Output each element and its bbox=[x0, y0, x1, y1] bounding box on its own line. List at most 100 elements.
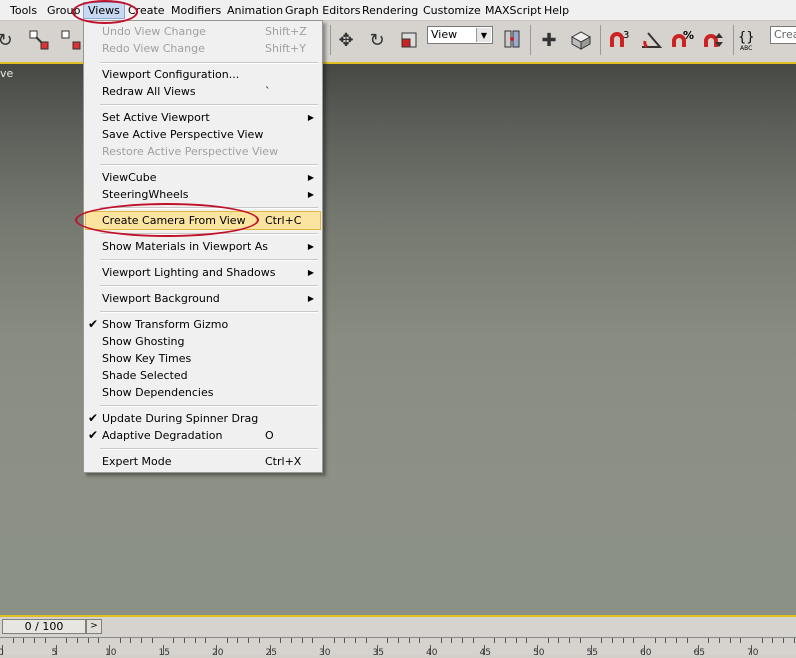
submenu-arrow-icon: ▶ bbox=[307, 294, 314, 303]
undo-arc-icon[interactable]: ↻ bbox=[0, 27, 18, 53]
svg-text:3: 3 bbox=[623, 30, 629, 41]
ruler-tick-label: 25 bbox=[265, 648, 277, 658]
next-frame-button[interactable]: > bbox=[86, 619, 102, 634]
ruler-minor-tick bbox=[258, 638, 260, 643]
ruler-tick-label: 65 bbox=[693, 648, 705, 658]
menu-item-show-key-times[interactable]: Show Key Times bbox=[86, 350, 320, 367]
checkmark-icon: ✔ bbox=[88, 411, 99, 425]
ruler-minor-tick bbox=[34, 638, 36, 643]
ruler-minor-tick bbox=[119, 638, 121, 643]
menu-item-viewport-configuration[interactable]: Viewport Configuration... bbox=[86, 66, 320, 83]
menu-item-redraw-all-views[interactable]: Redraw All Views ` bbox=[86, 83, 320, 100]
menu-item-expert-mode[interactable]: Expert Mode Ctrl+X bbox=[86, 453, 320, 470]
scale-icon[interactable] bbox=[396, 27, 422, 53]
dropdown-value: View bbox=[431, 28, 458, 41]
menu-animation[interactable]: Animation bbox=[223, 3, 287, 18]
menu-separator bbox=[100, 62, 318, 64]
menu-group[interactable]: Group bbox=[43, 3, 85, 18]
menu-modifiers[interactable]: Modifiers bbox=[167, 3, 225, 18]
menu-bar: Tools Group Views Create Modifiers Anima… bbox=[0, 0, 796, 21]
time-slider[interactable]: 0 / 100 bbox=[2, 619, 86, 634]
spinner-snap-icon[interactable] bbox=[702, 27, 728, 53]
ruler-minor-tick bbox=[611, 638, 613, 643]
named-selection-input[interactable]: Crea bbox=[770, 26, 796, 44]
ruler-minor-tick bbox=[665, 638, 667, 643]
menu-views[interactable]: Views bbox=[83, 2, 125, 19]
ruler-minor-tick bbox=[472, 638, 474, 643]
ruler-minor-tick bbox=[451, 638, 453, 643]
menu-item-viewport-lighting-and-shadows[interactable]: Viewport Lighting and Shadows ▶ bbox=[86, 264, 320, 281]
svg-text:%: % bbox=[683, 29, 694, 42]
menu-item-show-materials-in-viewport-as[interactable]: Show Materials in Viewport As ▶ bbox=[86, 238, 320, 255]
submenu-arrow-icon: ▶ bbox=[307, 190, 314, 199]
keyboard-shortcut-icon[interactable] bbox=[568, 27, 594, 53]
ruler-minor-tick bbox=[526, 638, 528, 643]
menu-separator bbox=[100, 448, 318, 450]
ruler-minor-tick bbox=[654, 638, 656, 643]
select-manipulate-icon[interactable]: ✚ bbox=[536, 27, 562, 53]
ruler-minor-tick bbox=[23, 638, 25, 643]
checkmark-icon: ✔ bbox=[88, 428, 99, 442]
svg-text:{}: {} bbox=[738, 30, 755, 45]
ruler-minor-tick bbox=[622, 638, 624, 643]
menu-item-set-active-viewport[interactable]: Set Active Viewport ▶ bbox=[86, 109, 320, 126]
menu-item-update-during-spinner-drag[interactable]: ✔ Update During Spinner Drag bbox=[86, 410, 320, 427]
menu-item-viewport-background[interactable]: Viewport Background ▶ bbox=[86, 290, 320, 307]
ruler-minor-tick bbox=[440, 638, 442, 643]
ruler-minor-tick bbox=[676, 638, 678, 643]
menu-separator bbox=[100, 259, 318, 261]
menu-item-save-active-perspective-view[interactable]: Save Active Perspective View bbox=[86, 126, 320, 143]
unlink-selection-icon[interactable] bbox=[58, 27, 84, 53]
menu-item-adaptive-degradation[interactable]: ✔ Adaptive Degradation O bbox=[86, 427, 320, 444]
menu-tools[interactable]: Tools bbox=[6, 3, 41, 18]
ruler-minor-tick bbox=[462, 638, 464, 643]
submenu-arrow-icon: ▶ bbox=[307, 242, 314, 251]
ruler-minor-tick bbox=[708, 638, 710, 643]
percent-snap-icon[interactable]: % bbox=[670, 27, 696, 53]
ruler-minor-tick bbox=[365, 638, 367, 643]
ruler-minor-tick bbox=[280, 638, 282, 643]
menu-item-show-transform-gizmo[interactable]: ✔ Show Transform Gizmo bbox=[86, 316, 320, 333]
menu-help[interactable]: Help bbox=[540, 3, 573, 18]
menu-item-show-dependencies[interactable]: Show Dependencies bbox=[86, 384, 320, 401]
ruler-minor-tick bbox=[761, 638, 763, 643]
select-and-link-icon[interactable] bbox=[26, 27, 52, 53]
angle-snap-icon[interactable] bbox=[638, 27, 664, 53]
menu-maxscript[interactable]: MAXScript bbox=[481, 3, 545, 18]
menu-rendering[interactable]: Rendering bbox=[358, 3, 422, 18]
menu-customize[interactable]: Customize bbox=[419, 3, 485, 18]
ruler-minor-tick bbox=[226, 638, 228, 643]
toolbar-separator bbox=[330, 25, 331, 55]
rotate-icon[interactable]: ↻ bbox=[364, 27, 390, 53]
track-bar-ruler[interactable]: 0 5 10 15 20 25 30 35 40 45 50 55 60 65 70 bbox=[0, 637, 796, 658]
chevron-down-icon: ▼ bbox=[476, 28, 491, 42]
ruler-minor-tick bbox=[301, 638, 303, 643]
toolbar-separator bbox=[530, 25, 531, 55]
menu-item-viewcube[interactable]: ViewCube ▶ bbox=[86, 169, 320, 186]
viewport-label[interactable]: ve bbox=[0, 67, 13, 80]
ruler-minor-tick bbox=[718, 638, 720, 643]
menu-separator bbox=[100, 233, 318, 235]
menu-create[interactable]: Create bbox=[124, 3, 169, 18]
ruler-tick-label: 35 bbox=[372, 648, 384, 658]
snap-3d-icon[interactable]: 3 bbox=[607, 27, 633, 53]
menu-item-steeringwheels[interactable]: SteeringWheels ▶ bbox=[86, 186, 320, 203]
menu-item-show-ghosting[interactable]: Show Ghosting bbox=[86, 333, 320, 350]
submenu-arrow-icon: ▶ bbox=[307, 268, 314, 277]
menu-graph-editors[interactable]: Graph Editors bbox=[281, 3, 365, 18]
move-icon[interactable]: ✥ bbox=[333, 27, 359, 53]
menu-item-create-camera-from-view[interactable]: Create Camera From View Ctrl+C bbox=[85, 211, 321, 230]
menu-item-shade-selected[interactable]: Shade Selected bbox=[86, 367, 320, 384]
ruler-tick-label: 5 bbox=[51, 648, 58, 658]
pivot-center-icon[interactable] bbox=[499, 27, 525, 53]
menu-item-undo-view-change[interactable]: Undo View Change Shift+Z bbox=[86, 23, 320, 40]
menu-item-redo-view-change[interactable]: Redo View Change Shift+Y bbox=[86, 40, 320, 57]
ruler-minor-tick bbox=[504, 638, 506, 643]
menu-item-restore-active-perspective-view[interactable]: Restore Active Perspective View bbox=[86, 143, 320, 160]
reference-coordinate-dropdown[interactable]: View ▼ bbox=[427, 26, 493, 44]
ruler-minor-tick bbox=[601, 638, 603, 643]
ruler-tick-label: 15 bbox=[158, 648, 170, 658]
ruler-minor-tick bbox=[494, 638, 496, 643]
edit-named-selection-icon[interactable]: {} ABC bbox=[737, 27, 763, 53]
menu-separator bbox=[100, 104, 318, 106]
